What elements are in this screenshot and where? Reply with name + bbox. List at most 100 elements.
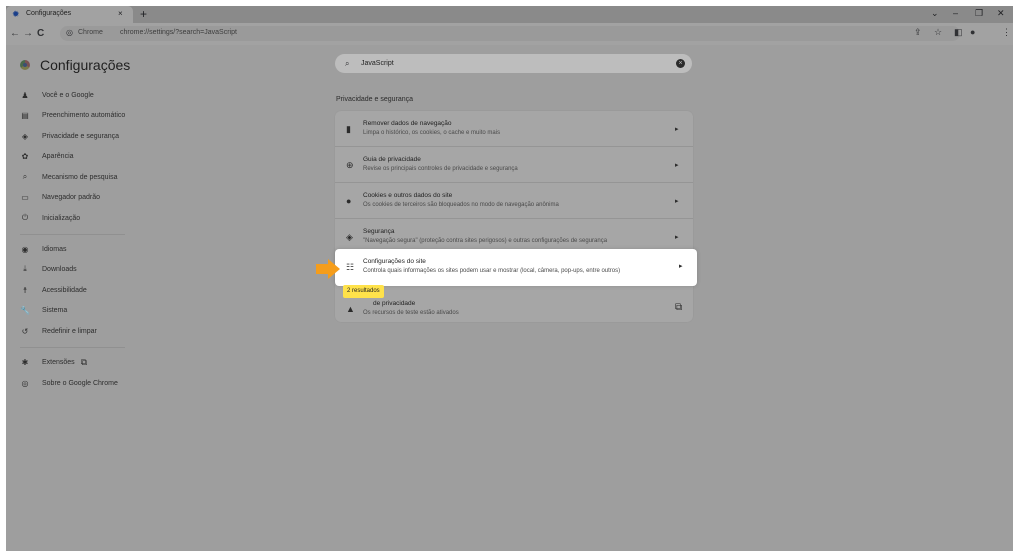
sidebar-item-preenchimento[interactable]: ▤ Preenchimento automático — [20, 108, 125, 122]
external-link-icon[interactable]: ⧉ — [675, 302, 682, 313]
forward-button[interactable]: → — [23, 28, 33, 39]
row-subtitle: Os cookies de terceiros são bloqueados n… — [363, 202, 559, 208]
row-subtitle: "Navegação segura" (proteção contra site… — [363, 238, 608, 244]
sidebar-item-label: Você e o Google — [42, 91, 94, 99]
puzzle-icon: ✱ — [21, 357, 29, 367]
maximize-button[interactable]: ❐ — [975, 8, 983, 19]
settings-gear-icon: ✹ — [12, 9, 20, 19]
chrome-logo-icon — [20, 60, 30, 70]
sidebar-divider — [20, 234, 125, 235]
section-title: Privacidade e segurança — [336, 96, 414, 103]
search-icon: ⌕ — [22, 172, 28, 181]
profile-avatar-icon[interactable]: ● — [970, 27, 975, 37]
person-icon: ♟ — [21, 90, 29, 100]
sidebar-item-navegador-padrao[interactable]: ▭ Navegador padrão — [20, 190, 100, 204]
row-title: Guia de privacidade — [363, 156, 421, 163]
address-bar[interactable]: ◎ Chrome chrome://settings/?search=JavaS… — [60, 26, 960, 41]
side-panel-icon[interactable]: ◧ — [954, 27, 963, 38]
sidebar-item-redefinir[interactable]: ↺ Redefinir e limpar — [20, 324, 97, 338]
globe-icon: ◉ — [21, 244, 29, 254]
row-cookies[interactable]: ● Cookies e outros dados do site Os cook… — [335, 183, 693, 219]
back-button[interactable]: ← — [10, 28, 20, 39]
sidebar-item-idiomas[interactable]: ◉ Idiomas — [20, 242, 67, 256]
sidebar-item-acessibilidade[interactable]: ☨ Acessibilidade — [20, 283, 87, 297]
reload-button[interactable]: C — [37, 28, 44, 39]
sidebar-item-sistema[interactable]: 🔧 Sistema — [20, 303, 67, 317]
row-remover-dados[interactable]: ▮ Remover dados de navegação Limpa o his… — [335, 111, 693, 147]
wrench-icon: 🔧 — [20, 305, 30, 315]
sidebar-item-sobre[interactable]: ◎ Sobre o Google Chrome — [20, 376, 118, 390]
clear-search-icon[interactable]: × — [676, 59, 685, 68]
search-icon: ⌕ — [345, 59, 350, 68]
browser-icon: ▭ — [21, 192, 29, 202]
sidebar-item-extensoes[interactable]: ✱ Extensões ⧉ — [20, 355, 87, 369]
sidebar-item-label: Privacidade e segurança — [42, 132, 120, 140]
menu-icon[interactable]: ⋮ — [1002, 27, 1011, 38]
row-title: Cookies e outros dados do site — [363, 192, 453, 199]
sidebar-item-label: Sobre o Google Chrome — [42, 379, 118, 387]
sidebar-item-inicializacao[interactable]: ⏻ Inicialização — [20, 211, 80, 225]
row-title: de privacidade — [373, 300, 416, 307]
security-icon: ◈ — [346, 232, 353, 242]
page-title: Configurações — [40, 57, 131, 73]
sidebar-item-label: Idiomas — [42, 245, 67, 253]
tab-search-icon[interactable]: ⌄ — [931, 8, 939, 19]
autofill-icon: ▤ — [21, 110, 29, 120]
sidebar-item-label: Acessibilidade — [42, 286, 87, 294]
privacy-guide-icon: ⊕ — [346, 160, 354, 170]
minimize-button[interactable]: – — [953, 8, 958, 18]
external-link-icon: ⧉ — [80, 356, 88, 367]
trash-icon: ▮ — [346, 124, 351, 134]
cookie-icon: ● — [346, 196, 352, 206]
sidebar-item-label: Sistema — [42, 306, 68, 314]
row-subtitle: Revise os principais controles de privac… — [363, 166, 518, 172]
chrome-icon: ◎ — [66, 28, 73, 37]
share-icon[interactable]: ⇪ — [914, 27, 922, 38]
sidebar-item-aparencia[interactable]: ✿ Aparência — [20, 149, 74, 163]
tune-icon: ☷ — [346, 262, 355, 272]
results-badge: 2 resultados — [343, 285, 384, 298]
close-window-button[interactable]: ✕ — [997, 8, 1005, 19]
reset-icon: ↺ — [21, 326, 29, 336]
row-guia-privacidade[interactable]: ⊕ Guia de privacidade Revise os principa… — [335, 147, 693, 183]
row-subtitle: Limpa o histórico, os cookies, o cache e… — [363, 130, 501, 136]
browser-toolbar: ← → C ◎ Chrome chrome://settings/?search… — [6, 23, 1013, 45]
sidebar-item-downloads[interactable]: ⤓ Downloads — [20, 262, 77, 276]
sidebar-item-label: Downloads — [42, 265, 77, 273]
chevron-right-icon: ▸ — [675, 126, 679, 133]
download-icon: ⤓ — [23, 264, 27, 273]
chevron-right-icon: ▸ — [679, 263, 683, 270]
sidebar-item-label: Navegador padrão — [42, 193, 100, 201]
chrome-icon: ◎ — [21, 378, 29, 388]
sidebar-item-label: Redefinir e limpar — [42, 327, 97, 335]
chevron-right-icon: ▸ — [675, 234, 679, 241]
settings-search-field[interactable]: ⌕ JavaScript × — [335, 54, 692, 73]
search-input[interactable]: JavaScript — [361, 60, 394, 67]
flask-icon: ▲ — [346, 304, 355, 314]
bookmark-star-icon[interactable]: ☆ — [934, 27, 942, 38]
omnibox-url[interactable]: chrome://settings/?search=JavaScript — [120, 29, 237, 36]
tab-close-icon[interactable]: × — [118, 9, 123, 18]
chevron-right-icon: ▸ — [675, 198, 679, 205]
row-title: Configurações do site — [363, 258, 426, 265]
row-subtitle: Os recursos de teste estão ativados — [363, 310, 459, 316]
row-title: Segurança — [363, 228, 395, 235]
sidebar-item-label: Mecanismo de pesquisa — [42, 173, 118, 181]
tab-settings[interactable]: ✹ Configurações × — [6, 6, 133, 23]
palette-icon: ✿ — [21, 151, 29, 161]
sidebar-item-label: Aparência — [42, 152, 74, 160]
new-tab-button[interactable]: + — [140, 7, 147, 21]
row-teste-privacidade[interactable]: ▲ de privacidade Os recursos de teste es… — [335, 291, 693, 327]
sidebar-item-voce-e-o-google[interactable]: ♟ Você e o Google — [20, 88, 94, 102]
orange-pointer-arrow-icon — [316, 259, 340, 279]
browser-window: ✹ Configurações × + ⌄ – ❐ ✕ ← → C ◎ Chro… — [6, 6, 1013, 551]
sidebar-item-privacidade[interactable]: ◈ Privacidade e segurança — [20, 129, 119, 143]
power-icon: ⏻ — [21, 213, 29, 222]
accessibility-icon: ☨ — [22, 285, 28, 295]
sidebar-item-mecanismo[interactable]: ⌕ Mecanismo de pesquisa — [20, 170, 118, 184]
sidebar-item-label: Preenchimento automático — [42, 111, 126, 119]
row-configuracoes-do-site[interactable]: ☷ Configurações do site Controla quais i… — [335, 249, 697, 286]
omnibox-chrome-label: Chrome — [78, 29, 103, 36]
settings-page: Configurações ♟ Você e o Google ▤ Preenc… — [6, 45, 1013, 551]
sidebar-item-label: Inicialização — [42, 214, 81, 222]
